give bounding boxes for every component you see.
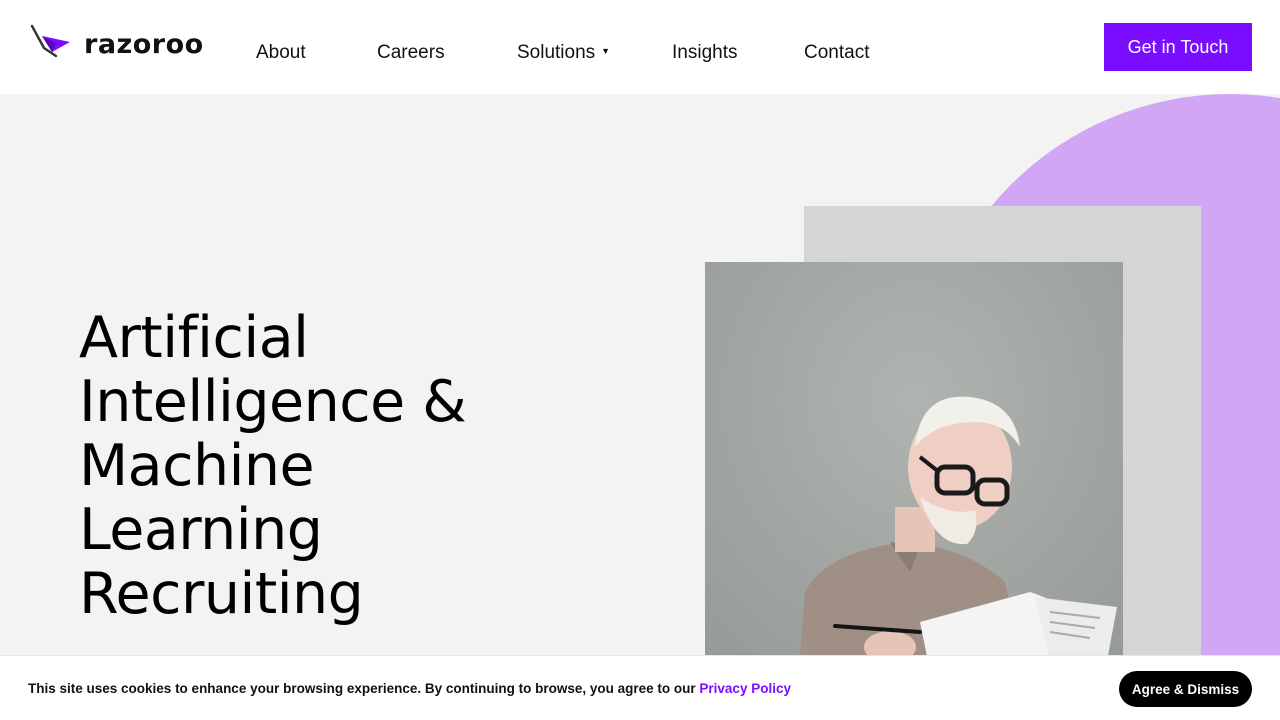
nav-about[interactable]: About [256,42,306,64]
headline-line: Intelligence & [79,369,467,435]
nav-careers[interactable]: Careers [377,42,445,64]
privacy-policy-link[interactable]: Privacy Policy [699,681,791,696]
hero-section: Artificial Intelligence & Machine Learni… [0,94,1280,720]
cookie-message-text: This site uses cookies to enhance your b… [28,681,700,696]
headline-line: Recruiting [79,561,364,627]
nav-solutions-label: Solutions [517,42,596,63]
cookie-message: This site uses cookies to enhance your b… [28,681,791,696]
site-header: razoroo About Careers Solutions ▼ Insight… [0,0,1280,94]
chevron-down-icon: ▼ [601,46,611,56]
nav-insights[interactable]: Insights [672,42,737,64]
person-reading-document-photo-icon [705,262,1123,720]
hero-headline: Artificial Intelligence & Machine Learni… [79,306,599,626]
headline-line: Artificial [79,305,309,371]
nav-solutions[interactable]: Solutions ▼ [517,42,610,64]
agree-dismiss-button[interactable]: Agree & Dismiss [1119,671,1252,707]
headline-line: Machine [79,433,315,499]
logo-text: razoroo [84,28,204,60]
cookie-banner: This site uses cookies to enhance your b… [0,655,1280,720]
hero-photo [705,262,1123,720]
nav-contact[interactable]: Contact [804,42,869,64]
razoroo-logo-icon [30,24,70,58]
headline-line: Learning [79,497,323,563]
logo[interactable]: razoroo [30,22,204,66]
get-in-touch-button[interactable]: Get in Touch [1104,23,1252,71]
